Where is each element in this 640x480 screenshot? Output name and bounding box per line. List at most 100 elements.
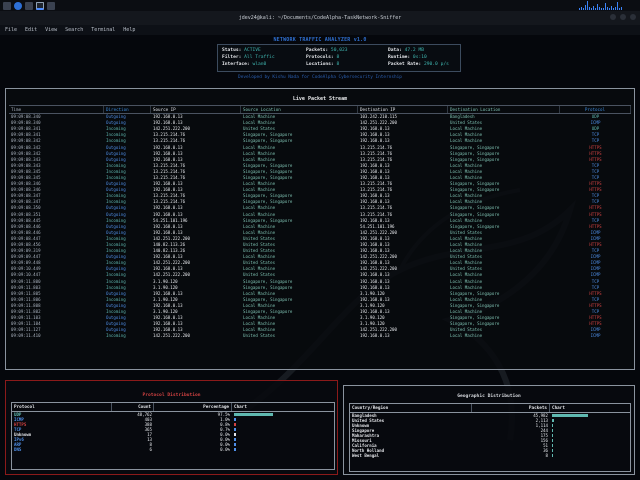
cell-destination-ip: 192.168.0.13 <box>360 217 390 223</box>
protocol-name: DNS <box>14 447 22 452</box>
files-icon[interactable] <box>25 1 33 10</box>
cell-destination-location: Singapore, Singapore <box>450 211 500 217</box>
protocol-panel-title: Protocol Distribution <box>142 393 201 398</box>
protocol-bar <box>234 443 236 446</box>
cell-destination-ip: 192.168.0.13 <box>360 272 390 278</box>
cell-destination-location: Local Machine <box>450 168 483 174</box>
protocol-bar <box>234 423 236 426</box>
cell-direction: Outgoing <box>106 181 126 187</box>
cell-time: 09:09:08.343 <box>11 162 41 168</box>
terminal-icon[interactable] <box>36 1 44 10</box>
geo-table-header: Country/Region Packets Chart <box>350 404 630 413</box>
cell-time: 09:09:08.342 <box>11 150 41 156</box>
cell-source-location: United States <box>243 235 276 241</box>
cell-protocol: ICMP <box>590 235 601 241</box>
cell-source-location: Singapore, Singapore <box>243 309 293 315</box>
cell-source-ip: 142.251.222.200 <box>153 126 190 132</box>
cell-source-location: Local Machine <box>243 315 276 321</box>
stat-packets: Packets: 50,023 <box>306 48 348 53</box>
cell-protocol: TCP <box>591 168 600 174</box>
cell-source-location: Singapore, Singapore <box>243 199 293 205</box>
cell-source-location: United States <box>243 260 276 266</box>
network-graph-bar <box>613 8 614 10</box>
cell-source-ip: 13.215.214.76 <box>153 132 186 138</box>
cell-direction: Outgoing <box>106 229 126 235</box>
cell-destination-location: Singapore, Singapore <box>450 302 500 308</box>
cell-source-ip: 192.168.0.13 <box>153 150 183 156</box>
cell-time: 09:09:11.104 <box>11 321 41 327</box>
protocol-count: 6 <box>149 447 152 452</box>
menu-edit[interactable]: Edit <box>25 27 37 33</box>
cell-direction: Incoming <box>106 168 126 174</box>
cell-time: 09:09:08.345 <box>11 168 41 174</box>
cell-destination-ip: 13.215.214.76 <box>360 187 393 193</box>
cell-direction: Outgoing <box>106 114 126 120</box>
cell-protocol: ICMP <box>590 266 601 272</box>
geo-row: West Bengal 8 <box>350 453 630 458</box>
menu-search[interactable]: Search <box>65 27 83 33</box>
cell-direction: Incoming <box>106 199 126 205</box>
cell-direction: Incoming <box>106 217 126 223</box>
cell-source-location: Local Machine <box>243 321 276 327</box>
kali-icon[interactable] <box>14 1 22 10</box>
packet-row[interactable]: 09:09:11.410 Incoming 142.251.222.200 Unite… <box>9 333 631 339</box>
cell-protocol: HTTPS <box>589 321 602 327</box>
cell-direction: Incoming <box>106 278 126 284</box>
cell-destination-ip: 192.168.0.13 <box>360 174 390 180</box>
cell-source-ip: 192.168.0.13 <box>153 156 183 162</box>
minimize-icon[interactable] <box>610 14 616 20</box>
browser-icon[interactable] <box>47 1 55 10</box>
cell-destination-location: Local Machine <box>450 333 483 339</box>
stat-packet-rate: Packet Rate: 290.0 p/s <box>388 62 449 67</box>
protocol-bar <box>234 413 273 416</box>
geo-bar <box>552 449 553 452</box>
protocol-row: DNS 6 0.0% <box>12 447 334 452</box>
protocol-percentage: 0.0% <box>220 447 230 452</box>
system-taskbar <box>0 0 640 11</box>
cell-destination-ip: 192.168.0.13 <box>360 235 390 241</box>
cell-direction: Incoming <box>106 260 126 266</box>
cell-direction: Outgoing <box>106 187 126 193</box>
cell-time: 09:09:08.456 <box>11 242 41 248</box>
cell-time: 09:09:08.346 <box>11 181 41 187</box>
window-titlebar[interactable]: jdev24@kali: ~/Documents/CodeAlpha-TaskN… <box>0 11 640 25</box>
cell-destination-ip: 13.215.214.76 <box>360 181 393 187</box>
menu-help[interactable]: Help <box>123 27 135 33</box>
cell-source-ip: 192.168.0.13 <box>153 254 183 260</box>
menu-icon[interactable] <box>3 1 11 10</box>
menu-file[interactable]: File <box>5 27 17 33</box>
cell-time: 09:09:10.447 <box>11 272 41 278</box>
cell-source-ip: 192.168.0.13 <box>153 223 183 229</box>
cell-direction: Incoming <box>106 296 126 302</box>
maximize-icon[interactable] <box>620 14 626 20</box>
cell-source-ip: 192.168.0.13 <box>153 229 183 235</box>
cell-destination-ip: 192.168.0.13 <box>360 168 390 174</box>
menu-terminal[interactable]: Terminal <box>91 27 115 33</box>
col-country: Country/Region <box>350 404 472 412</box>
cell-time: 09:09:11.802 <box>11 309 41 315</box>
network-graph-bar <box>605 3 606 10</box>
cell-destination-location: Local Machine <box>450 309 483 315</box>
cell-source-location: Local Machine <box>243 223 276 229</box>
cell-destination-location: Local Machine <box>450 235 483 241</box>
geo-chart-bar <box>550 453 630 458</box>
cell-protocol: HTTPS <box>589 302 602 308</box>
cell-time: 09:09:11.127 <box>11 327 41 333</box>
network-graph-bar <box>599 7 600 10</box>
close-icon[interactable] <box>630 14 636 20</box>
cell-destination-ip: 13.215.214.76 <box>360 150 393 156</box>
cell-time: 09:09:11.805 <box>11 290 41 296</box>
cell-source-location: Local Machine <box>243 205 276 211</box>
cell-time: 09:09:09.448 <box>11 260 41 266</box>
cell-direction: Incoming <box>106 284 126 290</box>
cell-source-ip: 192.168.0.13 <box>153 315 183 321</box>
stats-box: Status: ACTIVE Filter: All Traffic Inter… <box>217 44 461 72</box>
menu-view[interactable]: View <box>45 27 57 33</box>
cell-source-location: United States <box>243 248 276 254</box>
cell-direction: Outgoing <box>106 302 126 308</box>
cell-source-ip: 192.168.0.13 <box>153 187 183 193</box>
cell-source-ip: 142.251.222.200 <box>153 235 190 241</box>
cell-source-location: Local Machine <box>243 181 276 187</box>
cell-source-location: Local Machine <box>243 211 276 217</box>
col-packets: Packets <box>472 404 550 412</box>
